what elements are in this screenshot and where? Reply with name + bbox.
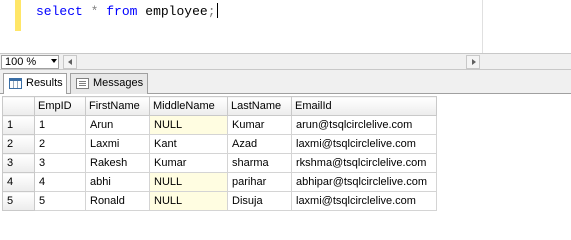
cell-emailid[interactable]: rkshma@tsqlcirclelive.com xyxy=(291,153,437,173)
table-row[interactable]: 5 5 Ronald NULL Disuja laxmi@tsqlcirclel… xyxy=(2,191,437,211)
row-number[interactable]: 4 xyxy=(2,172,35,192)
scroll-right-button[interactable] xyxy=(466,55,480,69)
keyword-select: select xyxy=(36,4,83,19)
cell-lastname[interactable]: sharma xyxy=(227,153,292,173)
row-number-header[interactable] xyxy=(2,96,35,116)
column-header[interactable]: FirstName xyxy=(85,96,150,116)
table-row[interactable]: 2 2 Laxmi Kant Azad laxmi@tsqlcirclelive… xyxy=(2,134,437,154)
zoom-value: 100 % xyxy=(5,56,37,68)
cell-emailid[interactable]: laxmi@tsqlcirclelive.com xyxy=(291,191,437,211)
cell-lastname[interactable]: parihar xyxy=(227,172,292,192)
cell-firstname[interactable]: Arun xyxy=(85,115,150,135)
tab-results-label: Results xyxy=(26,77,63,89)
cell-firstname[interactable]: Laxmi xyxy=(85,134,150,154)
scrollbar-corner xyxy=(482,55,498,69)
grid-icon xyxy=(9,78,22,89)
tab-messages-label: Messages xyxy=(93,77,144,89)
messages-icon xyxy=(76,78,89,89)
editor-side-area xyxy=(482,0,571,54)
cell-middlename[interactable]: NULL xyxy=(149,115,228,135)
results-grid: EmpID FirstName MiddleName LastName Emai… xyxy=(2,96,437,211)
grid-header-row: EmpID FirstName MiddleName LastName Emai… xyxy=(2,96,437,116)
cell-empid[interactable]: 4 xyxy=(34,172,86,192)
query-text[interactable]: select * from employee; xyxy=(36,3,218,20)
table-name: employee xyxy=(145,4,208,19)
row-number[interactable]: 2 xyxy=(2,134,35,154)
cell-middlename[interactable]: NULL xyxy=(149,191,228,211)
column-header[interactable]: MiddleName xyxy=(149,96,228,116)
row-number[interactable]: 5 xyxy=(2,191,35,211)
column-header[interactable]: EmpID xyxy=(34,96,86,116)
cell-emailid[interactable]: laxmi@tsqlcirclelive.com xyxy=(291,134,437,154)
cell-middlename[interactable]: NULL xyxy=(149,172,228,192)
tab-results[interactable]: Results xyxy=(3,73,67,95)
cell-lastname[interactable]: Disuja xyxy=(227,191,292,211)
row-number[interactable]: 1 xyxy=(2,115,35,135)
row-number[interactable]: 3 xyxy=(2,153,35,173)
column-header[interactable]: EmailId xyxy=(291,96,437,116)
cell-middlename[interactable]: Kumar xyxy=(149,153,228,173)
chevron-down-icon[interactable] xyxy=(51,59,57,63)
cell-middlename[interactable]: Kant xyxy=(149,134,228,154)
column-header[interactable]: LastName xyxy=(227,96,292,116)
cell-firstname[interactable]: abhi xyxy=(85,172,150,192)
zoom-strip: 100 % xyxy=(0,53,571,70)
table-row[interactable]: 1 1 Arun NULL Kumar arun@tsqlcirclelive.… xyxy=(2,115,437,135)
cell-emailid[interactable]: abhipar@tsqlcirclelive.com xyxy=(291,172,437,192)
semicolon: ; xyxy=(207,4,216,19)
keyword-from: from xyxy=(106,4,138,19)
cell-empid[interactable]: 3 xyxy=(34,153,86,173)
operator-star: * xyxy=(90,4,99,19)
cell-firstname[interactable]: Rakesh xyxy=(85,153,150,173)
cell-empid[interactable]: 1 xyxy=(34,115,86,135)
cell-firstname[interactable]: Ronald xyxy=(85,191,150,211)
table-row[interactable]: 3 3 Rakesh Kumar sharma rkshma@tsqlcircl… xyxy=(2,153,437,173)
results-tabbar: Results Messages xyxy=(0,70,571,95)
text-caret xyxy=(216,3,218,18)
editor-gutter xyxy=(0,0,15,54)
cell-lastname[interactable]: Azad xyxy=(227,134,292,154)
scroll-left-button[interactable] xyxy=(63,55,77,69)
cell-emailid[interactable]: arun@tsqlcirclelive.com xyxy=(291,115,437,135)
table-row[interactable]: 4 4 abhi NULL parihar abhipar@tsqlcircle… xyxy=(2,172,437,192)
cell-empid[interactable]: 2 xyxy=(34,134,86,154)
results-pane: EmpID FirstName MiddleName LastName Emai… xyxy=(0,94,571,220)
tab-messages[interactable]: Messages xyxy=(70,73,148,94)
change-tracking-bar xyxy=(15,0,21,31)
cell-lastname[interactable]: Kumar xyxy=(227,115,292,135)
cell-empid[interactable]: 5 xyxy=(34,191,86,211)
zoom-dropdown[interactable]: 100 % xyxy=(1,55,59,69)
